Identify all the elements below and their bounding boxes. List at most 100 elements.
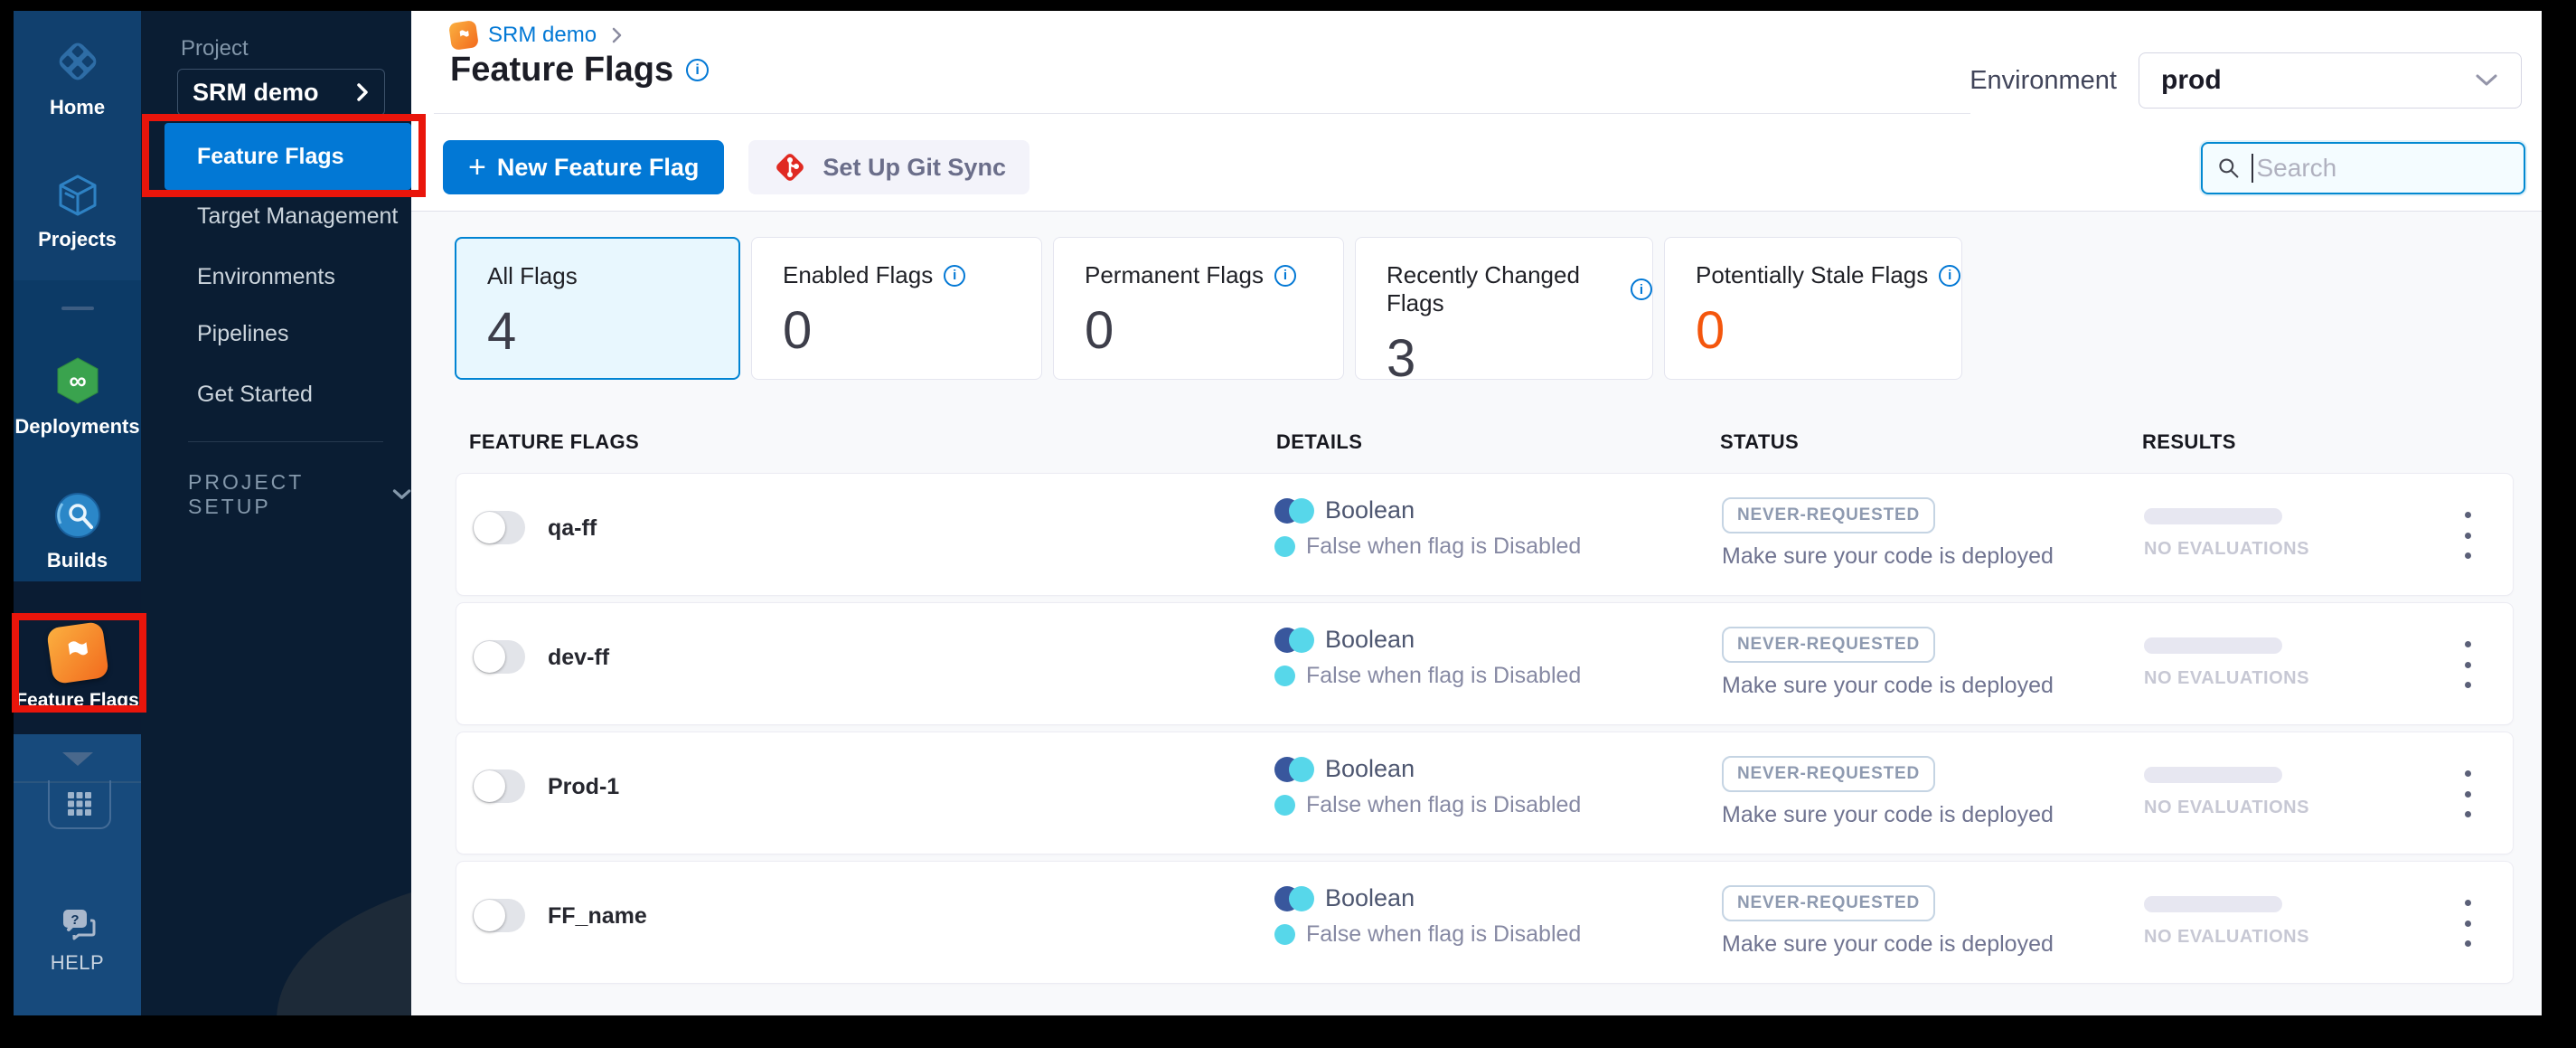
toggle-knob (474, 900, 505, 931)
table-row-prod-1[interactable]: Prod-1 Boolean False when flag is Disabl… (456, 732, 2513, 854)
stat-value: 3 (1387, 329, 1416, 388)
nav-item-builds[interactable]: Builds (14, 491, 141, 572)
sidebar-item-target-management[interactable]: Target Management (141, 203, 411, 230)
nav-item-projects[interactable]: Projects (14, 172, 141, 251)
flag-name: FF_name (548, 903, 647, 929)
boolean-type-icon (1274, 885, 1316, 912)
chevron-right-icon (357, 83, 368, 101)
row-menu-button[interactable] (2449, 770, 2486, 817)
main-panel: SRM demo Feature Flags Environment prod … (411, 11, 2542, 1015)
environment-select[interactable]: prod (2139, 52, 2522, 109)
sidebar-item-pipelines[interactable]: Pipelines (141, 321, 411, 347)
search-icon (2219, 158, 2239, 178)
stat-card-recently-changed-flags[interactable]: Recently Changed Flags 3 (1355, 237, 1653, 388)
info-icon[interactable] (1631, 279, 1652, 300)
table-row-dev-ff[interactable]: dev-ff Boolean False when flag is Disabl… (456, 603, 2513, 724)
table-row-ff-name[interactable]: FF_name Boolean False when flag is Disab… (456, 862, 2513, 983)
flag-toggle[interactable] (473, 511, 525, 544)
app-screen: Home Projects ∞ Deployments Builds Featu… (0, 0, 2576, 1048)
flag-results: NO EVALUATIONS (2144, 508, 2309, 560)
flag-details: Boolean False when flag is Disabled (1274, 626, 1581, 689)
table-row-qa-ff[interactable]: qa-ff Boolean False when flag is Disable… (456, 474, 2513, 595)
nav-item-deployments[interactable]: ∞ Deployments (14, 355, 141, 439)
info-icon[interactable] (1939, 264, 1961, 287)
nav-item-feature-flags[interactable]: Feature Flags (14, 620, 141, 712)
sidebar-item-label: Target Management (197, 203, 399, 229)
project-setup-label: PROJECT SETUP (188, 470, 304, 518)
flag-variation: False when flag is Disabled (1306, 792, 1582, 817)
flag-type: Boolean (1325, 884, 1415, 911)
toolbar: + New Feature Flag Set Up Git Sync (443, 140, 1029, 194)
row-menu-button[interactable] (2449, 641, 2486, 688)
flag-toggle[interactable] (473, 640, 525, 674)
results-note: NO EVALUATIONS (2144, 539, 2309, 559)
svg-text:?: ? (71, 912, 79, 928)
project-setup-section[interactable]: PROJECT SETUP (188, 470, 411, 519)
status-badge: NEVER-REQUESTED (1722, 756, 1936, 792)
flag-status: NEVER-REQUESTED Make sure your code is d… (1722, 885, 2054, 958)
search-input[interactable] (2254, 153, 2509, 184)
flag-results: NO EVALUATIONS (2144, 767, 2309, 818)
stat-label: All Flags (487, 262, 578, 289)
content-area: All Flags 4 Enabled Flags 0 Permanent Fl… (411, 212, 2542, 1015)
project-selector[interactable]: SRM demo (177, 69, 385, 116)
nav-label-builds: Builds (46, 549, 108, 571)
sidebar-decoration (277, 871, 411, 1015)
row-menu-button[interactable] (2449, 900, 2486, 947)
environment-control: Environment prod (1970, 52, 2522, 109)
sidebar-item-feature-flags[interactable]: Feature Flags (165, 123, 411, 190)
stat-value: 4 (487, 302, 517, 361)
project-label: Project (181, 36, 249, 61)
git-sync-label: Set Up Git Sync (823, 153, 1006, 181)
sidebar-item-label: Feature Flags (197, 143, 344, 169)
flag-toggle[interactable] (473, 899, 525, 932)
flag-status: NEVER-REQUESTED Make sure your code is d… (1722, 756, 2054, 828)
boolean-type-icon (1274, 756, 1316, 783)
sidebar-item-get-started[interactable]: Get Started (141, 382, 411, 408)
breadcrumb-project-link[interactable]: SRM demo (488, 23, 597, 48)
sidebar-item-label: Get Started (197, 382, 313, 407)
flag-type: Boolean (1325, 755, 1415, 782)
variation-dot-icon (1274, 666, 1295, 686)
project-sidebar: Project SRM demo Feature Flags Target Ma… (141, 11, 411, 1015)
flag-name: Prod-1 (548, 774, 620, 799)
stat-card-potentially-stale-flags[interactable]: Potentially Stale Flags 0 (1664, 237, 1962, 380)
flag-status: NEVER-REQUESTED Make sure your code is d… (1722, 627, 2054, 699)
set-up-git-sync-button[interactable]: Set Up Git Sync (748, 140, 1029, 194)
variation-dot-icon (1274, 924, 1295, 945)
stat-card-permanent-flags[interactable]: Permanent Flags 0 (1053, 237, 1344, 380)
column-header-status: STATUS (1720, 430, 1800, 453)
stat-value: 0 (783, 301, 813, 360)
stat-card-enabled-flags[interactable]: Enabled Flags 0 (751, 237, 1042, 380)
progress-bar (2144, 637, 2282, 654)
variation-dot-icon (1274, 795, 1295, 816)
variation-dot-icon (1274, 536, 1295, 557)
column-header-results: RESULTS (2142, 430, 2236, 453)
title-row: Feature Flags (450, 51, 710, 90)
progress-bar (2144, 896, 2282, 912)
info-icon[interactable] (1274, 264, 1296, 287)
nav-item-home[interactable]: Home (14, 36, 141, 119)
info-icon[interactable] (944, 264, 966, 287)
status-note: Make sure your code is deployed (1722, 543, 2054, 569)
stat-card-all-flags[interactable]: All Flags 4 (455, 237, 740, 380)
column-header-details: DETAILS (1276, 430, 1363, 453)
sidebar-item-label: Environments (197, 264, 335, 289)
help-button[interactable]: ? HELP (14, 908, 141, 975)
flag-toggle[interactable] (473, 769, 525, 803)
row-menu-button[interactable] (2449, 512, 2486, 559)
stat-value: 0 (1085, 301, 1114, 360)
harness-flag-icon (448, 20, 479, 51)
header-divider (434, 113, 1970, 114)
stat-label: Permanent Flags (1085, 261, 1264, 288)
nav-label-deployments: Deployments (14, 415, 140, 438)
boolean-type-icon (1274, 627, 1316, 654)
new-feature-flag-button[interactable]: + New Feature Flag (443, 140, 725, 194)
progress-bar (2144, 508, 2282, 524)
sidebar-item-environments[interactable]: Environments (141, 264, 411, 290)
module-grid-button[interactable] (48, 780, 111, 829)
collapse-triangle-icon[interactable] (62, 752, 93, 766)
projects-icon (59, 175, 96, 216)
title-info-icon[interactable] (686, 59, 710, 81)
breadcrumb-chevron-icon (612, 27, 622, 43)
